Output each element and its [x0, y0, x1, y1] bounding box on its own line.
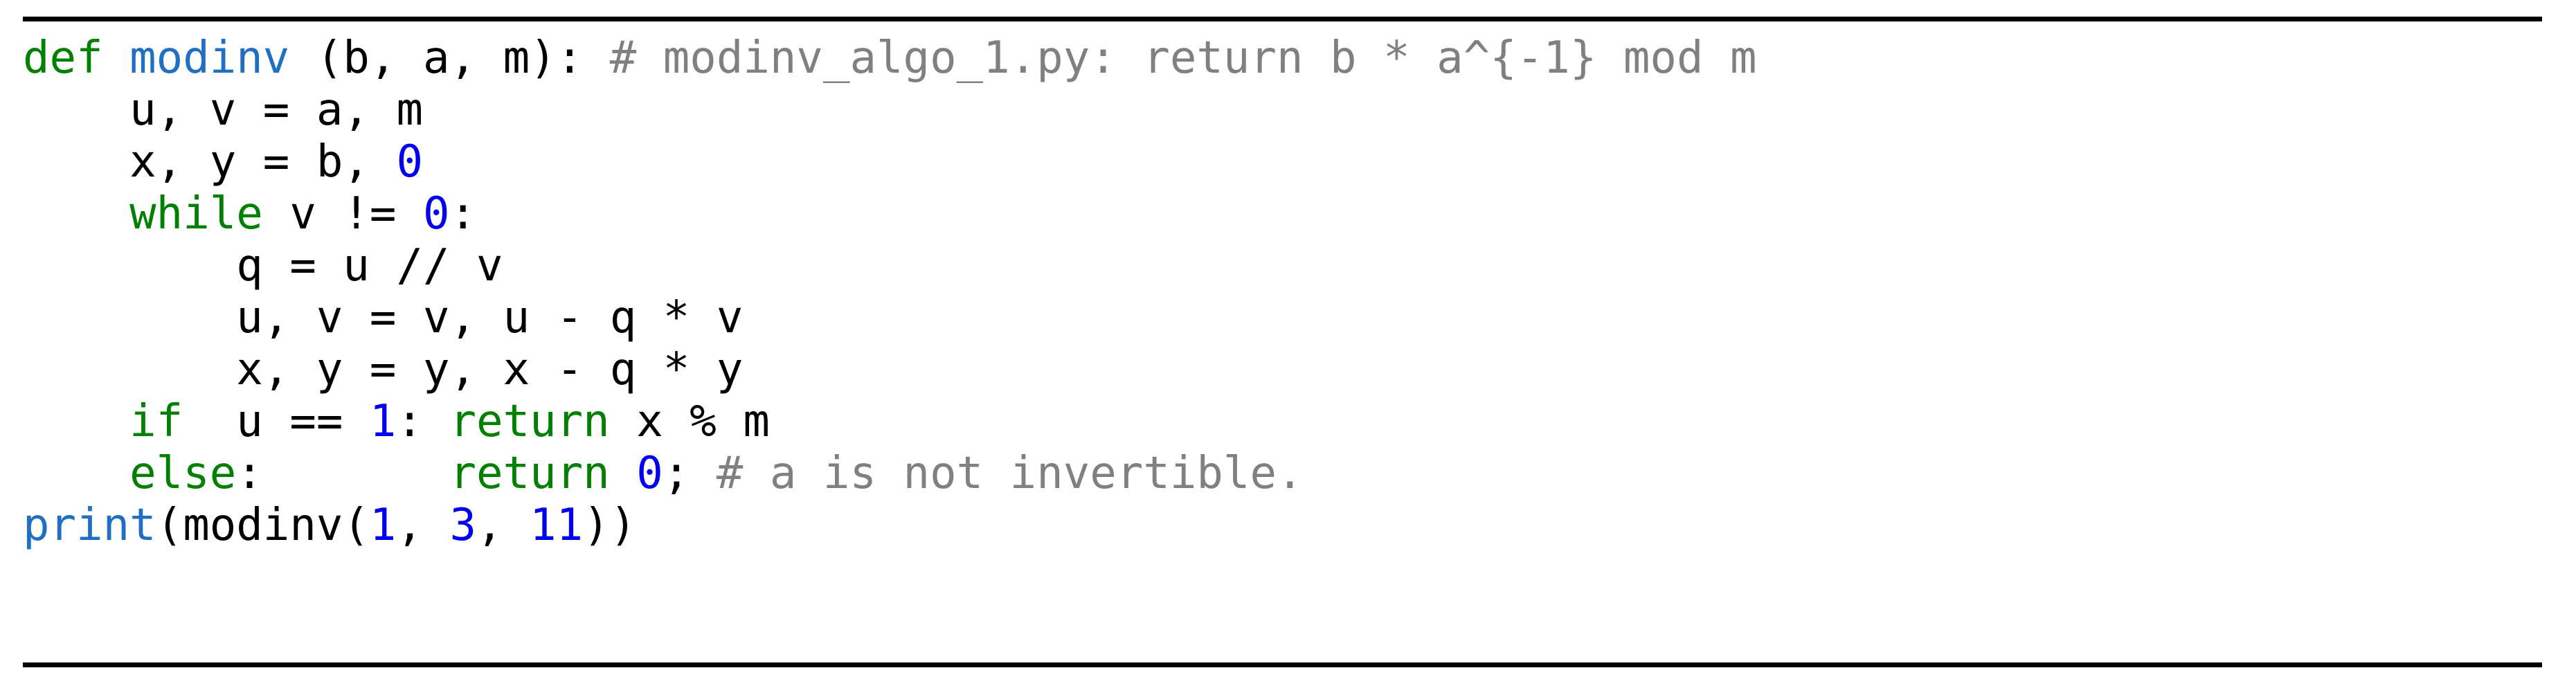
code-token-plain: x, y = b, — [23, 136, 397, 188]
code-line: x, y = b, 0 — [23, 136, 2542, 188]
code-token-number: 0 — [422, 188, 450, 240]
code-token-comment: # a is not invertible. — [716, 448, 1304, 499]
code-token-plain: ; — [663, 448, 717, 499]
code-token-plain: (modinv( — [156, 500, 370, 551]
listing-bottom-rule — [23, 662, 2542, 667]
code-line: while v != 0: — [23, 188, 2542, 240]
code-token-number: 0 — [636, 448, 663, 499]
code-token-plain: (b, a, m): — [289, 33, 610, 84]
code-line: else: return 0; # a is not invertible. — [23, 448, 2542, 500]
code-listing-figure: def modinv (b, a, m): # modinv_algo_1.py… — [0, 0, 2576, 695]
code-token-comment: # modinv_algo_1.py: return b * a^{-1} mo… — [609, 33, 1757, 84]
code-token-number: 1 — [369, 396, 397, 447]
code-token-keyword: return — [449, 448, 610, 499]
code-block: def modinv (b, a, m): # modinv_algo_1.py… — [23, 33, 2542, 552]
code-token-plain: : — [236, 448, 263, 499]
code-token-function: modinv — [129, 33, 290, 84]
code-token-number: 0 — [396, 136, 423, 188]
code-token-keyword: else — [129, 448, 237, 499]
code-line: def modinv (b, a, m): # modinv_algo_1.py… — [23, 33, 2542, 84]
code-token-plain: , — [396, 500, 450, 551]
code-token-plain: , — [476, 500, 530, 551]
code-line: if u == 1: return x % m — [23, 396, 2542, 448]
code-token-plain: : — [449, 188, 477, 240]
code-token-keyword: return — [449, 396, 610, 447]
code-token-plain: v != — [262, 188, 423, 240]
code-token-keyword: while — [129, 188, 263, 240]
code-token-number: 11 — [530, 500, 584, 551]
code-token-plain: )) — [583, 500, 637, 551]
code-token-plain: u, v = a, m — [23, 84, 423, 136]
code-line: x, y = y, x - q * y — [23, 344, 2542, 396]
code-line: u, v = v, u - q * v — [23, 292, 2542, 344]
code-token-keyword: def — [23, 33, 103, 84]
code-token-plain: u, v = v, u - q * v — [23, 292, 744, 343]
code-line: q = u // v — [23, 240, 2542, 292]
code-token-function: print — [23, 500, 156, 551]
listing-top-rule — [23, 17, 2542, 21]
code-token-plain: u == — [183, 396, 370, 447]
code-token-number: 3 — [449, 500, 477, 551]
code-line: print(modinv(1, 3, 11)) — [23, 500, 2542, 552]
code-token-plain: x, y = y, x - q * y — [23, 344, 744, 395]
code-token-plain: x % m — [609, 396, 770, 447]
code-token-keyword: if — [129, 396, 183, 447]
code-token-plain: : — [396, 396, 450, 447]
code-token-number: 1 — [369, 500, 397, 551]
code-token-plain: q = u // v — [23, 240, 503, 291]
code-line: u, v = a, m — [23, 84, 2542, 136]
